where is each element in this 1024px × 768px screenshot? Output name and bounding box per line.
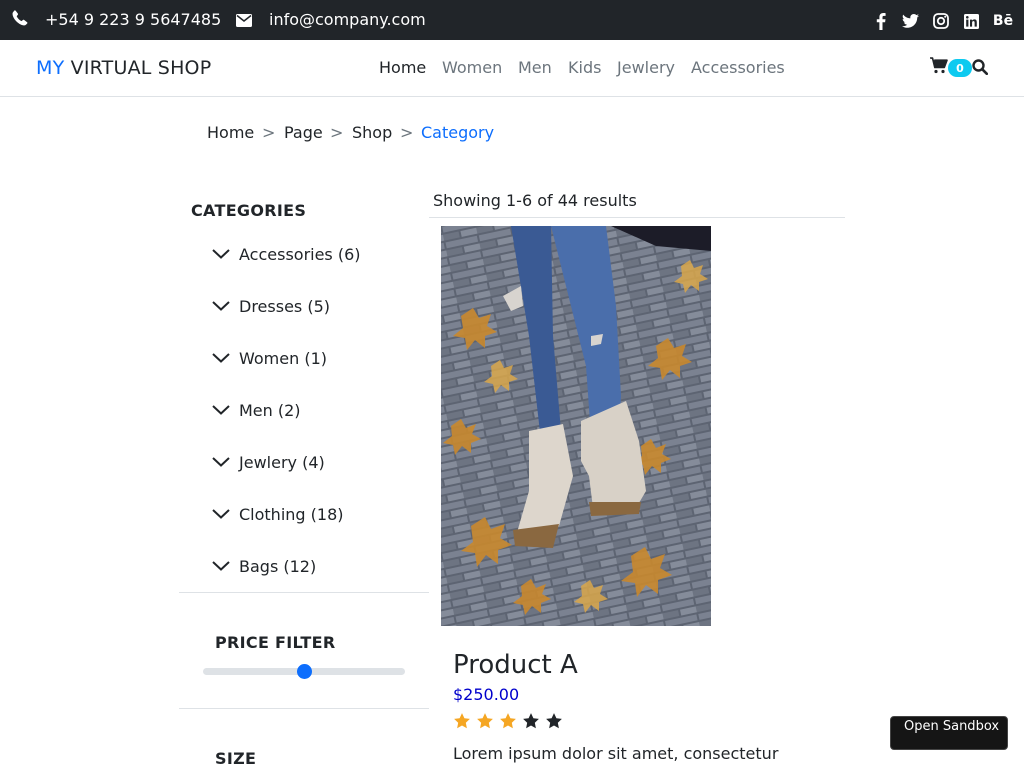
main-navbar: MY VIRTUAL SHOP Home Women Men Kids Jewl… [0,40,1024,97]
chevron-down-icon [212,405,230,415]
star-empty-icon [523,713,539,729]
product-name[interactable]: Product A [453,650,578,680]
chevron-down-icon [212,353,230,363]
behance-label: Bē [992,13,1014,29]
star-empty-icon [546,713,562,729]
results-count: Showing 1-6 of 44 results [433,191,637,210]
price-slider-thumb[interactable] [296,664,312,679]
breadcrumb-shop[interactable]: Shop [352,123,392,142]
brand-accent: MY [36,57,65,79]
nav-link-accessories[interactable]: Accessories [691,58,785,77]
chevron-down-icon [212,301,230,311]
nav-link-women[interactable]: Women [442,58,502,77]
size-title: SIZE [215,749,257,768]
category-item-accessories[interactable]: Accessories (6) [212,242,361,266]
category-item-jewlery[interactable]: Jewlery (4) [212,450,325,474]
category-item-clothing[interactable]: Clothing (18) [212,502,344,526]
product-price: $250.00 [453,685,520,704]
mail-icon [236,12,252,31]
open-sandbox-button[interactable]: Open Sandbox [890,716,1008,750]
nav-link-home[interactable]: Home [379,58,426,77]
chevron-down-icon [212,561,230,571]
facebook-icon[interactable] [872,12,890,30]
category-label: Men (2) [239,400,301,420]
category-item-dresses[interactable]: Dresses (5) [212,294,330,318]
chevron-down-icon [212,249,230,259]
divider [179,708,429,709]
breadcrumb-category[interactable]: Category [421,123,494,142]
category-label: Dresses (5) [239,296,330,316]
cart-icon[interactable] [930,57,948,78]
product-rating [453,712,563,730]
phone-number[interactable]: +54 9 223 9 5647485 [45,10,221,29]
twitter-icon[interactable] [901,12,919,30]
phone-icon [12,10,28,30]
behance-icon[interactable]: Bē [992,12,1014,30]
instagram-icon[interactable] [932,12,950,30]
category-item-bags[interactable]: Bags (12) [212,554,316,578]
breadcrumb-separator: > [262,123,276,142]
category-label: Accessories (6) [239,244,361,264]
category-item-women[interactable]: Women (1) [212,346,327,370]
divider [429,217,845,218]
brand-logo[interactable]: MY VIRTUAL SHOP [36,57,211,79]
linkedin-icon[interactable] [962,12,980,30]
star-filled-icon [500,713,516,729]
nav-link-jewlery[interactable]: Jewlery [617,58,675,77]
star-filled-icon [454,713,470,729]
nav-link-men[interactable]: Men [518,58,552,77]
breadcrumb-home[interactable]: Home [207,123,254,142]
search-icon[interactable] [972,59,989,79]
category-label: Women (1) [239,348,327,368]
breadcrumb-separator: > [330,123,344,142]
category-label: Jewlery (4) [239,452,325,472]
chevron-down-icon [212,509,230,519]
star-filled-icon [477,713,493,729]
categories-title: CATEGORIES [191,201,307,220]
category-label: Bags (12) [239,556,317,576]
email-address[interactable]: info@company.com [269,10,426,29]
cart-count-badge: 0 [948,59,972,77]
brand-name: VIRTUAL SHOP [70,57,212,79]
divider [179,592,429,593]
top-contact-bar: +54 9 223 9 5647485 info@company.com Bē [0,0,1024,40]
price-filter-title: PRICE FILTER [215,633,336,652]
breadcrumb-page[interactable]: Page [284,123,323,142]
category-label: Clothing (18) [239,504,344,524]
breadcrumb-separator: > [400,123,414,142]
nav-link-kids[interactable]: Kids [568,58,601,77]
product-description: Lorem ipsum dolor sit amet, consectetur [453,744,779,763]
product-image[interactable] [441,226,711,626]
category-item-men[interactable]: Men (2) [212,398,301,422]
chevron-down-icon [212,457,230,467]
